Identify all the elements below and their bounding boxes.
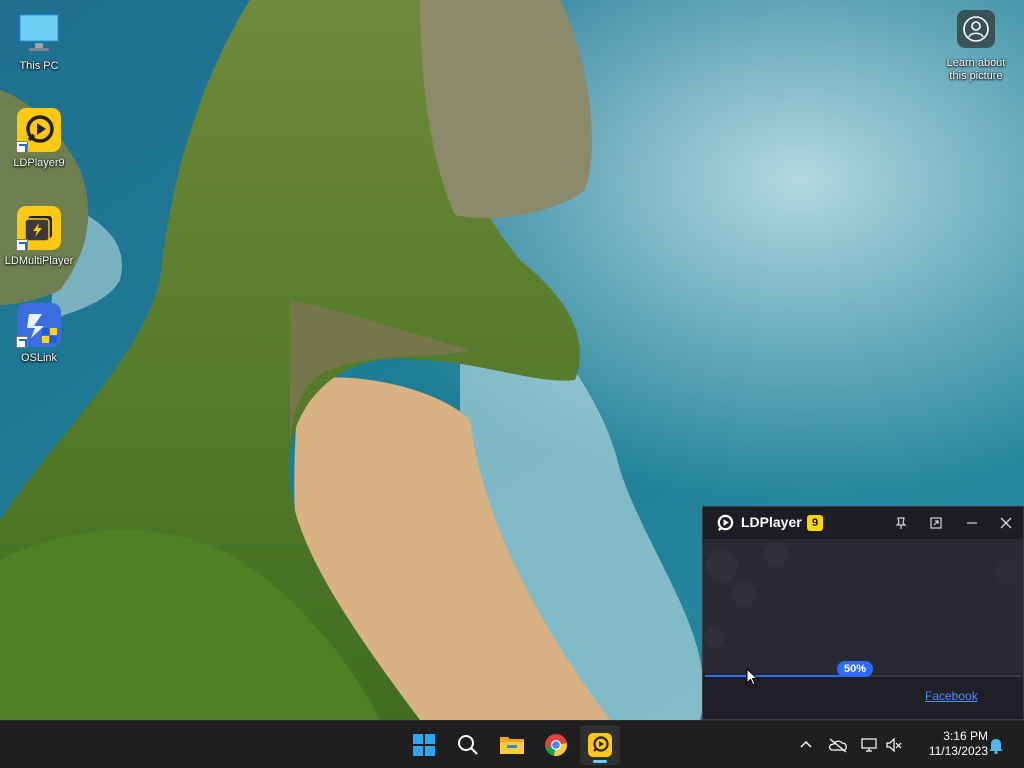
- desktop-icon-oslink[interactable]: OSLink: [0, 302, 79, 365]
- cloud-off-icon: [829, 738, 847, 753]
- ldplayer-icon: [16, 107, 62, 153]
- learn-about-label: Learn about this picture: [947, 57, 1006, 83]
- pin-icon: [895, 517, 907, 529]
- ldplayer-titlebar[interactable]: LDPlayer 9: [703, 507, 1023, 539]
- desktop-icon-ldmultiplayer[interactable]: LDMultiPlayer: [0, 205, 79, 268]
- monitor-icon: [16, 10, 62, 56]
- shortcut-arrow-icon: [16, 239, 28, 251]
- ldplayer-version-badge: 9: [807, 515, 823, 531]
- minimize-icon: [967, 522, 977, 524]
- volume-muted-icon: [886, 737, 902, 753]
- desktop-icon-label: LDPlayer9: [13, 157, 65, 169]
- learn-about-line1: Learn about: [946, 57, 1006, 69]
- ldplayer-title: LDPlayer: [741, 514, 802, 530]
- shortcut-arrow-icon: [16, 336, 28, 348]
- facebook-link[interactable]: Facebook: [925, 689, 978, 703]
- ldplayer-loading-area: [703, 539, 1023, 673]
- hex-decoration: [993, 560, 1019, 584]
- file-explorer-button[interactable]: [492, 725, 532, 765]
- search-button[interactable]: [448, 725, 488, 765]
- desktop-icon-this-pc[interactable]: This PC: [0, 10, 79, 73]
- chrome-button[interactable]: [536, 725, 576, 765]
- start-button[interactable]: [404, 725, 444, 765]
- hex-decoration: [705, 550, 739, 582]
- network-button[interactable]: [860, 735, 880, 755]
- hex-decoration: [703, 628, 725, 648]
- volume-button[interactable]: [884, 735, 904, 755]
- restore-button[interactable]: [926, 513, 946, 533]
- hex-decoration: [731, 582, 757, 606]
- taskbar: 3:16 PM 11/13/2023: [0, 720, 1024, 768]
- start-icon: [413, 734, 435, 756]
- mouse-cursor-icon: [746, 668, 758, 686]
- file-explorer-icon: [500, 737, 524, 754]
- clock-time: 3:16 PM: [943, 729, 988, 743]
- pin-button[interactable]: [891, 513, 911, 533]
- learn-about-line2: this picture: [949, 70, 1003, 82]
- ldplayer-taskbar-button[interactable]: [580, 725, 620, 765]
- chrome-icon: [545, 734, 567, 756]
- clock-date: 11/13/2023: [928, 744, 988, 758]
- show-hidden-icons-button[interactable]: [796, 735, 816, 755]
- desktop-icon-label: LDMultiPlayer: [4, 255, 74, 267]
- ldplayer-window[interactable]: LDPlayer 9 50% Facebook: [702, 506, 1024, 720]
- desktop-icon-label: OSLink: [20, 352, 58, 364]
- ldmultiplayer-icon: [16, 205, 62, 251]
- desktop-icon-ldplayer9[interactable]: LDPlayer9: [0, 107, 79, 170]
- oslink-icon: [16, 302, 62, 348]
- ldplayer-logo-icon: [717, 514, 734, 531]
- restore-icon: [930, 517, 942, 529]
- hex-decoration: [763, 542, 789, 566]
- camera-icon: [957, 10, 995, 48]
- chevron-up-icon: [800, 740, 812, 748]
- onedrive-button[interactable]: [828, 735, 848, 755]
- close-icon: [1000, 517, 1012, 529]
- desktop-icon-label: This PC: [19, 60, 59, 72]
- notification-icon: [989, 739, 1003, 754]
- ldplayer-icon: [588, 733, 612, 757]
- network-icon: [861, 738, 877, 752]
- loading-progress-label: 50%: [837, 661, 873, 677]
- minimize-button[interactable]: [962, 513, 982, 533]
- notification-button[interactable]: [986, 735, 1006, 755]
- shortcut-arrow-icon: [16, 141, 28, 153]
- close-button[interactable]: [996, 513, 1016, 533]
- search-icon: [458, 735, 478, 755]
- active-app-indicator: [593, 760, 607, 763]
- taskbar-clock[interactable]: 3:16 PM 11/13/2023: [912, 729, 988, 759]
- learn-about-picture[interactable]: Learn about this picture: [938, 10, 1014, 83]
